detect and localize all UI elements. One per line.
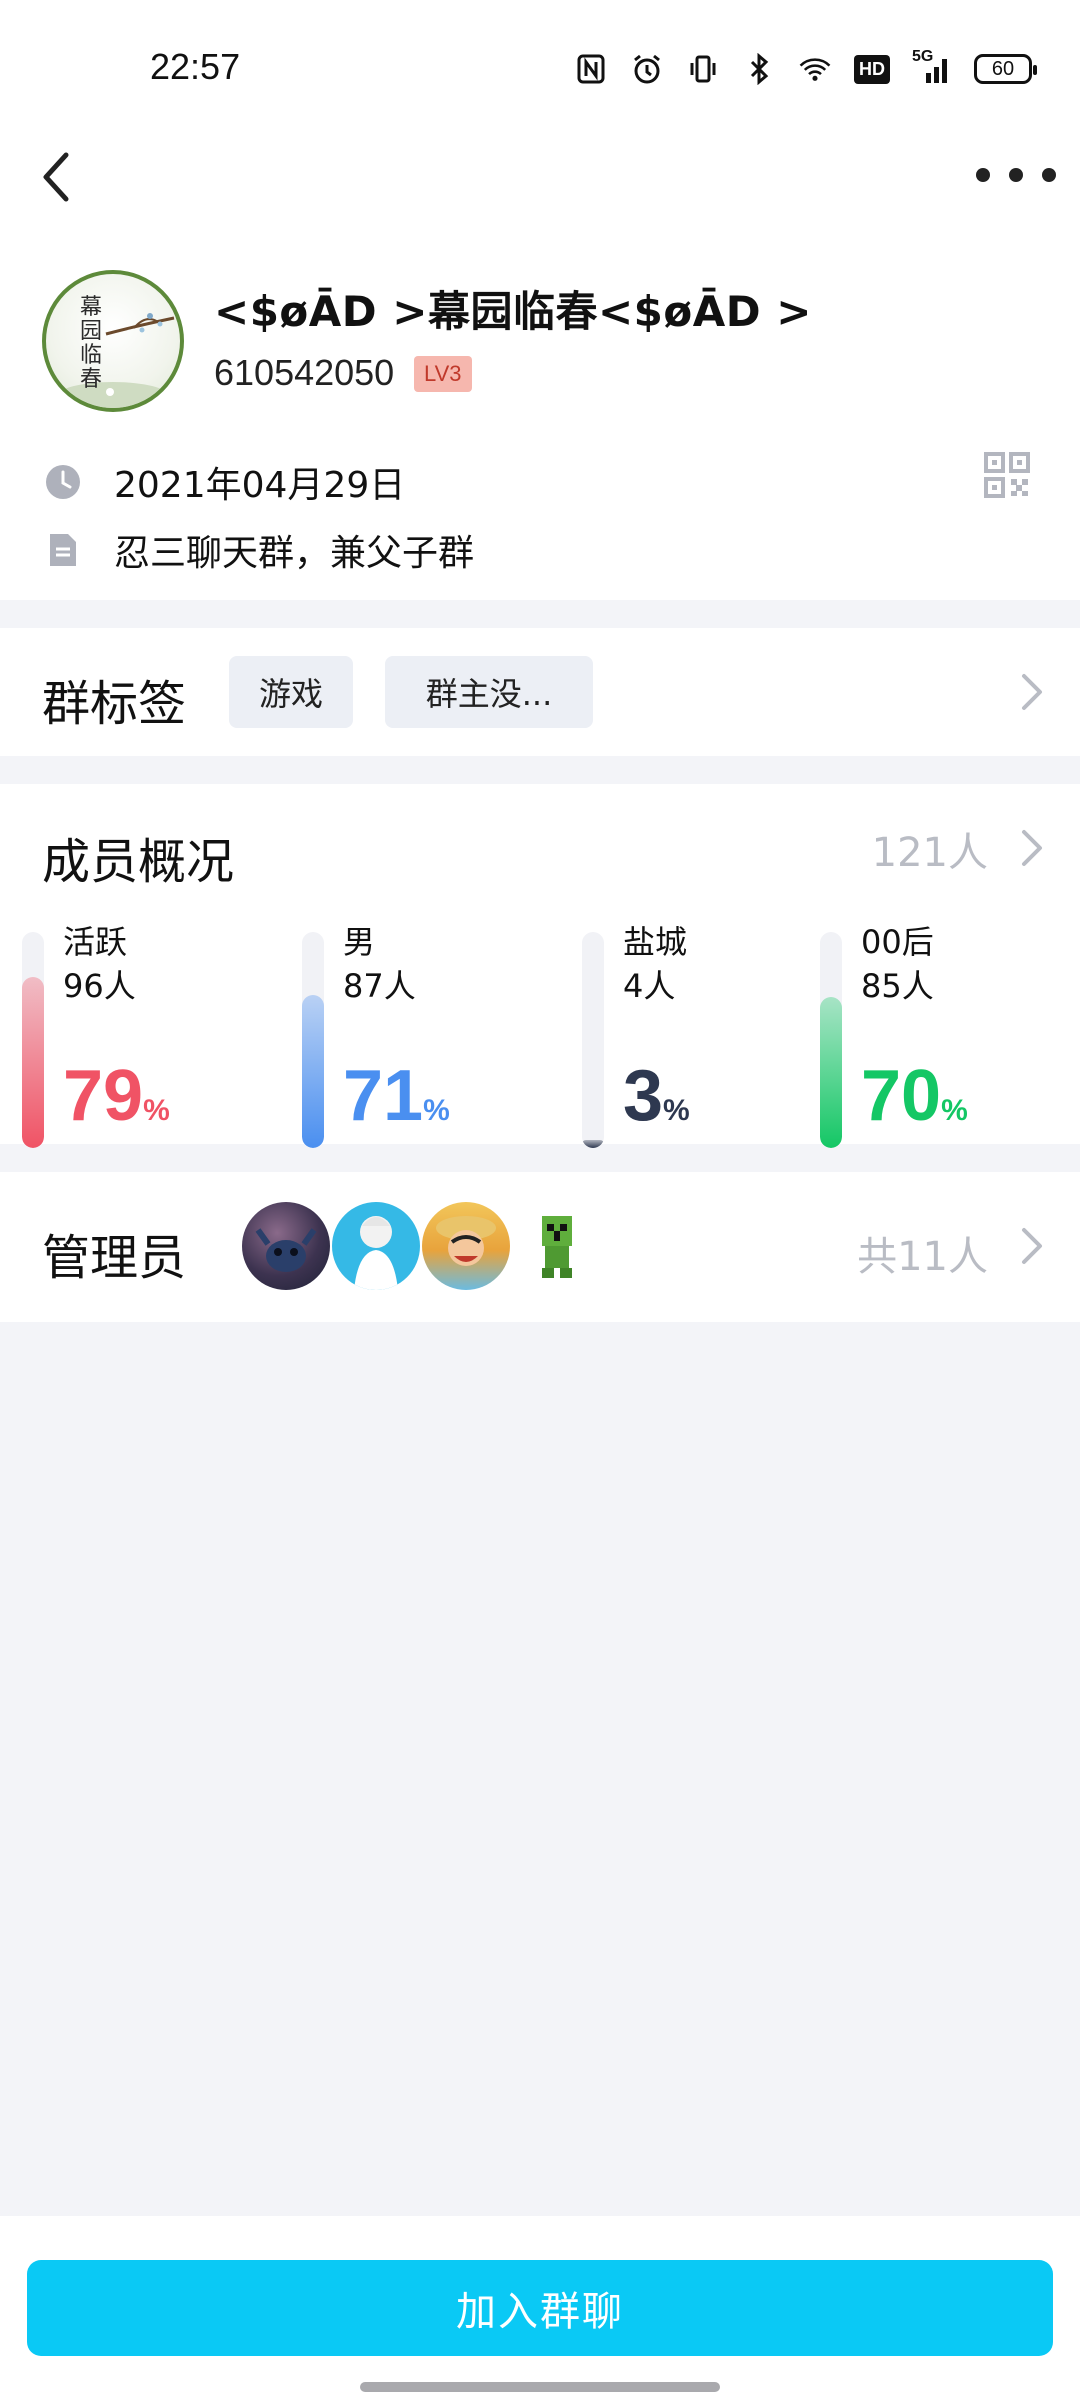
status-bar: 22:57 HD 5G 60	[0, 0, 1080, 130]
creeper-icon	[542, 1216, 572, 1278]
more-dot	[976, 168, 990, 182]
stat-active: 活跃 96人 79%	[22, 920, 282, 1148]
group-tags-section[interactable]: 群标签 游戏 群主没...	[0, 628, 1080, 756]
stat-label: 00后	[861, 923, 934, 961]
percent-sign: %	[143, 1094, 170, 1127]
clock-icon	[46, 465, 80, 499]
document-icon	[50, 534, 76, 566]
bluetooth-icon	[742, 52, 776, 86]
stat-count: 96人	[63, 967, 136, 1005]
group-name: <$øĀD >幕园临春<$øĀD >	[214, 287, 812, 336]
status-icons: HD 5G 60	[574, 48, 1037, 86]
stat-male: 男 87人 71%	[302, 920, 562, 1148]
stat-bar-track	[302, 932, 324, 1148]
avatar-artwork	[255, 1228, 317, 1272]
stat-count: 87人	[343, 967, 416, 1005]
admin-count: 共11人	[857, 1234, 988, 1280]
join-group-button[interactable]: 加入群聊	[27, 2260, 1053, 2356]
chevron-right-icon	[1022, 674, 1042, 710]
qr-code-icon	[984, 452, 1030, 498]
admin-avatar[interactable]	[512, 1202, 600, 1290]
percent-sign: %	[663, 1094, 690, 1127]
group-header: 幕园临春 <$øĀD >幕园临春<$øĀD > 610542050 LV3 20…	[0, 130, 1080, 600]
stat-age: 00后 85人 70%	[820, 920, 1080, 1148]
chevron-right-icon	[1022, 830, 1042, 866]
created-date-row: 2021年04月29日	[44, 456, 405, 508]
admin-section[interactable]: 管理员 共11人	[0, 1172, 1080, 1322]
admin-avatar[interactable]	[332, 1202, 420, 1290]
avatar-artwork	[436, 1216, 496, 1266]
back-button[interactable]	[36, 140, 96, 210]
vibrate-icon	[686, 52, 720, 86]
stat-percent: 3%	[623, 1056, 690, 1136]
stat-bar-fill	[582, 1140, 604, 1148]
chevron-right-icon	[1022, 1228, 1042, 1264]
signal-icon: 5G	[912, 48, 952, 86]
stat-percent: 70%	[861, 1056, 968, 1136]
percent-sign: %	[423, 1094, 450, 1127]
admin-avatar[interactable]	[242, 1202, 330, 1290]
stat-bar-track	[22, 932, 44, 1148]
stat-bar-fill	[302, 995, 324, 1148]
stat-label: 活跃	[63, 923, 128, 961]
admin-title: 管理员	[42, 1230, 187, 1286]
tags-title: 群标签	[42, 676, 187, 732]
member-overview-section[interactable]: 成员概况 121人 活跃 96人 79% 男 87人 71% 盐城 4人 3% …	[0, 784, 1080, 1148]
stat-label: 盐城	[623, 923, 688, 961]
percent-sign: %	[941, 1094, 968, 1127]
member-count: 121人	[871, 830, 988, 876]
bottom-bar: 加入群聊	[0, 2216, 1080, 2400]
members-title: 成员概况	[42, 834, 235, 890]
stat-region: 盐城 4人 3%	[582, 920, 842, 1148]
home-indicator[interactable]	[360, 2382, 720, 2392]
status-time: 22:57	[150, 46, 241, 87]
battery-icon: 60	[974, 54, 1037, 84]
more-dot	[1042, 168, 1056, 182]
stat-count: 4人	[623, 967, 676, 1005]
nfc-icon	[574, 52, 608, 86]
more-dot	[1009, 168, 1023, 182]
stat-percent: 79%	[63, 1056, 170, 1136]
alarm-icon	[630, 52, 664, 86]
avatar-artwork	[57, 313, 175, 408]
stat-percent: 71%	[343, 1056, 450, 1136]
stat-bar-fill	[820, 997, 842, 1148]
network-type: 5G	[912, 48, 934, 65]
group-description: 忍三聊天群，兼父子群	[114, 533, 475, 574]
group-id: 610542050	[214, 352, 395, 393]
more-button[interactable]	[976, 150, 1056, 200]
stat-bar-track	[582, 932, 604, 1148]
avatar-artwork	[354, 1216, 398, 1290]
stat-label: 男	[343, 923, 376, 961]
group-avatar[interactable]: 幕园临春	[42, 270, 184, 412]
admin-avatar[interactable]	[422, 1202, 510, 1290]
chevron-left-icon	[43, 152, 69, 202]
level-badge: LV3	[414, 356, 472, 392]
stat-bar-fill	[22, 977, 44, 1148]
qr-code-button[interactable]	[984, 452, 1030, 498]
description-row: 忍三聊天群，兼父子群	[44, 524, 474, 576]
stat-bar-track	[820, 932, 842, 1148]
created-date: 2021年04月29日	[114, 465, 406, 506]
stat-count: 85人	[861, 967, 934, 1005]
tag-chip[interactable]: 群主没...	[385, 656, 593, 728]
avatar-calligraphy: 幕园临春	[80, 295, 103, 392]
hd-icon: HD	[854, 54, 890, 84]
wifi-icon	[798, 52, 832, 86]
tag-chip[interactable]: 游戏	[229, 656, 353, 728]
